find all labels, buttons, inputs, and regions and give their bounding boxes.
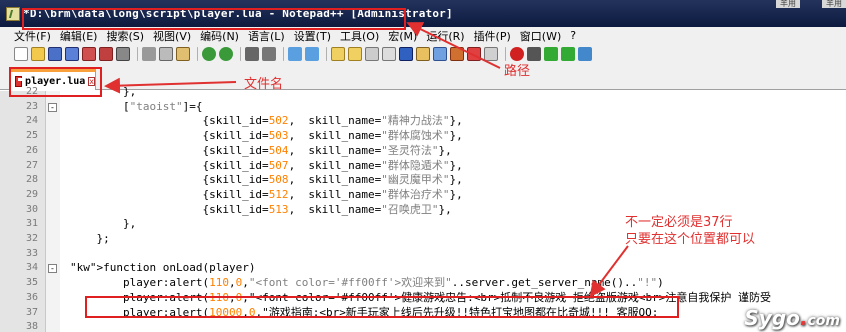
toolbar-separator (283, 47, 284, 61)
replace-icon[interactable] (262, 47, 276, 61)
code-text: }; (70, 232, 110, 245)
toolbar-separator (240, 47, 241, 61)
line-number: 36 (25, 291, 38, 303)
code-line[interactable]: 34 "kw">function onLoad(player) - (0, 261, 846, 276)
toolbar-separator (197, 47, 198, 61)
toolbar-separator (505, 47, 506, 61)
line-number: 27 (25, 159, 38, 171)
stop-macro-icon[interactable] (527, 47, 541, 61)
code-text: }, (70, 217, 137, 231)
code-text: {skill_id=504, skill_name="圣灵符法"}, (70, 143, 452, 157)
save-all-icon[interactable] (65, 47, 79, 61)
line-number: 37 (25, 306, 38, 318)
save-icon[interactable] (48, 47, 62, 61)
open-file-icon[interactable] (31, 47, 45, 61)
copy-icon[interactable] (159, 47, 173, 61)
play-macro-icon[interactable] (544, 47, 558, 61)
code-text: {skill_id=507, skill_name="群体隐遁术"}, (70, 158, 463, 172)
toolbar (0, 44, 846, 64)
show-all-characters-icon[interactable] (382, 47, 396, 61)
code-line[interactable]: 24 {skill_id=502, skill_name="精神力战法"}, (0, 114, 846, 129)
line-number: 30 (25, 203, 38, 215)
filename-highlight-box (9, 67, 102, 97)
code-text: player:alert(110,0,"<font color='#ff00ff… (70, 276, 664, 290)
user-language-icon[interactable] (416, 47, 430, 61)
code-line[interactable]: 35 player:alert(110,0,"<font color='#ff0… (0, 276, 846, 291)
filename-annotation: 文件名 (244, 77, 284, 92)
print-icon[interactable] (116, 47, 130, 61)
line-number: 38 (25, 321, 38, 332)
code-line[interactable]: 38 (0, 320, 846, 332)
redo-icon[interactable] (219, 47, 233, 61)
line-number: 23 (25, 100, 38, 112)
fold-toggle-icon[interactable]: - (48, 102, 57, 112)
monitoring-icon[interactable] (484, 47, 498, 61)
zoom-in-icon[interactable] (288, 47, 302, 61)
code-line[interactable]: 23 ["taoist"]={ - (0, 100, 846, 115)
background-window-tabs: 羊用 羊用 (754, 0, 846, 8)
document-map-icon[interactable] (433, 47, 447, 61)
code-text: {skill_id=512, skill_name="群体治疗术"}, (70, 187, 463, 201)
indent-guide-icon[interactable] (399, 47, 413, 61)
code-text: {skill_id=503, skill_name="群体腐蚀术"}, (70, 129, 463, 143)
sync-vertical-icon[interactable] (331, 47, 345, 61)
watermark-tld: com (807, 313, 840, 329)
word-wrap-icon[interactable] (365, 47, 379, 61)
find-icon[interactable] (245, 47, 259, 61)
code-line[interactable]: 33 (0, 247, 846, 262)
line-number: 34 (25, 262, 38, 274)
background-tab: 羊用 (822, 0, 846, 8)
save-macro-icon[interactable] (578, 47, 592, 61)
close-all-icon[interactable] (99, 47, 113, 61)
menu-help[interactable]: ? (570, 29, 576, 42)
folder-workspace-icon[interactable] (467, 47, 481, 61)
code-text: {skill_id=508, skill_name="幽灵魔甲术"}, (70, 173, 463, 187)
line-number: 29 (25, 188, 38, 200)
menu-window[interactable]: 窗口(W) (520, 28, 561, 44)
code-line[interactable]: 27 {skill_id=507, skill_name="群体隐遁术"}, (0, 159, 846, 174)
line-number: 28 (25, 174, 38, 186)
line-number: 33 (25, 247, 38, 259)
code-line[interactable]: 26 {skill_id=504, skill_name="圣灵符法"}, (0, 144, 846, 159)
line-number: 25 (25, 130, 38, 142)
line-number: 24 (25, 115, 38, 127)
code-line[interactable]: 25 {skill_id=503, skill_name="群体腐蚀术"}, (0, 129, 846, 144)
background-tab: 羊用 (776, 0, 800, 8)
line-number: 35 (25, 277, 38, 289)
code-text: {skill_id=513, skill_name="召唤虎卫"}, (70, 202, 452, 216)
code-line[interactable]: 28 {skill_id=508, skill_name="幽灵魔甲术"}, (0, 173, 846, 188)
cut-icon[interactable] (142, 47, 156, 61)
code-text: ["taoist"]={ (70, 99, 203, 113)
function-list-icon[interactable] (450, 47, 464, 61)
notepad-plus-plus-icon (6, 6, 20, 21)
toolbar-separator (137, 47, 138, 61)
record-macro-icon[interactable] (510, 47, 524, 61)
undo-icon[interactable] (202, 47, 216, 61)
run-macro-multiple-icon[interactable] (561, 47, 575, 61)
fold-toggle-icon[interactable]: - (48, 264, 57, 274)
sync-horizontal-icon[interactable] (348, 47, 362, 61)
line-note-annotation-2: 只要在这个位置都可以 (625, 232, 756, 247)
line37-highlight-box (85, 296, 679, 318)
toolbar-separator (326, 47, 327, 61)
menu-plugins[interactable]: 插件(P) (474, 28, 511, 44)
watermark: Sygo.com (744, 306, 840, 330)
line-number: 32 (25, 233, 38, 244)
code-text: {skill_id=502, skill_name="精神力战法"}, (70, 114, 463, 128)
code-line[interactable]: 22 }, (0, 85, 846, 100)
line-number: 26 (25, 144, 38, 156)
paste-icon[interactable] (176, 47, 190, 61)
menu-run[interactable]: 运行(R) (426, 28, 464, 44)
close-file-icon[interactable] (82, 47, 96, 61)
watermark-main: Sygo (744, 306, 800, 330)
new-file-icon[interactable] (14, 47, 28, 61)
zoom-out-icon[interactable] (305, 47, 319, 61)
code-line[interactable]: 29 {skill_id=512, skill_name="群体治疗术"}, (0, 188, 846, 203)
code-text: "kw">function onLoad(player) (70, 261, 256, 275)
path-annotation: 路径 (504, 64, 531, 79)
path-highlight-box (22, 8, 406, 30)
line-number: 31 (25, 218, 38, 230)
